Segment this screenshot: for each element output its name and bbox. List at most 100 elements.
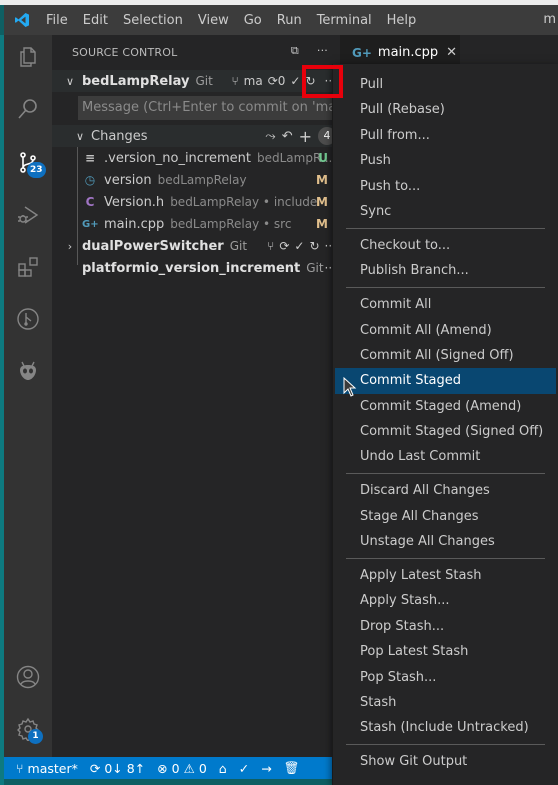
- file-name: Version.h: [104, 194, 165, 210]
- menu-item-apply-latest-stash[interactable]: Apply Latest Stash: [333, 563, 558, 588]
- menu-item-publish-branch[interactable]: Publish Branch...: [333, 258, 558, 283]
- more-actions-icon[interactable]: ···: [317, 44, 328, 58]
- menu-item-commit-staged-signed-off[interactable]: Commit Staged (Signed Off): [333, 419, 558, 444]
- menu-terminal[interactable]: Terminal: [317, 13, 372, 28]
- platformio-alien-icon[interactable]: [16, 359, 40, 383]
- cpp-file-icon: G+: [82, 218, 99, 230]
- chevron-down-icon[interactable]: ∨: [72, 130, 88, 143]
- discard-changes-icon[interactable]: ↶: [282, 129, 293, 144]
- repo-row-dualpowerswitcher[interactable]: › dualPowerSwitcher Git ⑂ ⟳ ✓ ↻ ···: [52, 235, 340, 257]
- open-changes-icon[interactable]: ⤳: [265, 129, 275, 144]
- menu-item-stash[interactable]: Stash: [333, 690, 558, 715]
- activity-bar: 23 1: [4, 35, 52, 757]
- menu-run[interactable]: Run: [277, 13, 302, 28]
- menu-item-push-to[interactable]: Push to...: [333, 174, 558, 199]
- menu-item-stash-include-untracked[interactable]: Stash (Include Untracked): [333, 715, 558, 740]
- repo-kind: Git: [229, 239, 248, 253]
- menu-item-unstage-all-changes[interactable]: Unstage All Changes: [333, 529, 558, 554]
- branch-icon[interactable]: ⑂: [231, 74, 238, 88]
- sync-status[interactable]: ⟳ 0↓ 8↑: [90, 761, 145, 776]
- sync-counts: 0↓ 8↑: [104, 760, 146, 776]
- chevron-right-icon[interactable]: ›: [62, 240, 78, 253]
- repo-row-platformio-version-increment[interactable]: platformio_version_increment Git ···: [52, 257, 340, 279]
- menu-item-commit-all-amend[interactable]: Commit All (Amend): [333, 318, 558, 343]
- repo-row-bedlamprelay[interactable]: ∨ bedLampRelay Git ⑂ ma ⟳ 0 ✓ ↻ ···: [52, 70, 340, 92]
- source-control-icon[interactable]: 23: [16, 151, 46, 178]
- menu-item-show-git-output[interactable]: Show Git Output: [333, 749, 558, 774]
- collapse-all-icon[interactable]: ⧉: [291, 44, 299, 58]
- file-name: .version_no_increment: [104, 150, 251, 166]
- sync-icon[interactable]: ⟳: [268, 74, 278, 88]
- file-status: U: [318, 151, 328, 165]
- menu-item-discard-all-changes[interactable]: Discard All Changes: [333, 478, 558, 503]
- repo-name: bedLampRelay: [82, 73, 190, 89]
- refresh-icon[interactable]: ↻: [309, 239, 319, 253]
- menu-separator: [346, 558, 545, 560]
- commit-check-icon[interactable]: ✓: [290, 74, 300, 88]
- chevron-down-icon[interactable]: ∨: [62, 75, 78, 88]
- repo-name: platformio_version_increment: [82, 260, 301, 276]
- stage-all-icon[interactable]: +: [299, 127, 312, 146]
- build-check-icon[interactable]: ✓: [239, 761, 249, 776]
- menu-selection[interactable]: Selection: [123, 13, 183, 28]
- menu-item-undo-last-commit[interactable]: Undo Last Commit: [333, 444, 558, 469]
- file-status: M: [316, 173, 328, 187]
- menu-item-commit-all[interactable]: Commit All: [333, 292, 558, 317]
- branch-name: master*: [27, 760, 78, 776]
- menu-separator: [346, 473, 545, 475]
- search-icon[interactable]: [16, 97, 40, 121]
- git-graph-icon[interactable]: [16, 307, 40, 331]
- status-bar: ⑂ master* ⟳ 0↓ 8↑ ⊗ 0 ⚠ 0 ⌂ ✓ → 🗑: [4, 757, 333, 779]
- menu-item-sync[interactable]: Sync: [333, 199, 558, 224]
- change-file-row[interactable]: G+ main.cpp bedLampRelay • src M: [52, 213, 340, 235]
- menu-go[interactable]: Go: [244, 13, 262, 28]
- menu-help[interactable]: Help: [387, 13, 417, 28]
- menu-item-checkout-to[interactable]: Checkout to...: [333, 233, 558, 258]
- menu-item-pop-stash[interactable]: Pop Stash...: [333, 665, 558, 690]
- menu-item-commit-staged-amend[interactable]: Commit Staged (Amend): [333, 394, 558, 419]
- sync-icon[interactable]: ⟳: [279, 239, 289, 253]
- commit-check-icon[interactable]: ✓: [294, 239, 304, 253]
- menu-item-stage-all-changes[interactable]: Stage All Changes: [333, 504, 558, 529]
- branch-icon[interactable]: ⑂: [267, 239, 274, 253]
- menu-item-commit-all-signed-off[interactable]: Commit All (Signed Off): [333, 343, 558, 368]
- menu-item-pop-latest-stash[interactable]: Pop Latest Stash: [333, 639, 558, 664]
- menu-file[interactable]: File: [46, 13, 68, 28]
- highlight-annotation-box: [302, 65, 343, 98]
- trash-icon[interactable]: 🗑: [284, 760, 300, 776]
- menu-item-pull[interactable]: Pull: [333, 72, 558, 97]
- branch-label[interactable]: ma: [244, 74, 263, 88]
- source-control-panel: SOURCE CONTROL ⧉ ··· ∨ bedLampRelay Git …: [52, 35, 340, 757]
- files-icon[interactable]: [16, 45, 40, 69]
- branch-icon: ⑂: [16, 760, 24, 776]
- gear-icon[interactable]: 1: [16, 717, 43, 744]
- menu-item-pull-from[interactable]: Pull from...: [333, 123, 558, 148]
- change-file-row[interactable]: ◷ version bedLampRelay M: [52, 169, 340, 191]
- commit-message-input[interactable]: Message (Ctrl+Enter to commit on 'ma...: [78, 96, 336, 120]
- change-file-row[interactable]: ≡ .version_no_increment bedLampR... U: [52, 147, 340, 169]
- menu-item-pull-rebase[interactable]: Pull (Rebase): [333, 97, 558, 122]
- menu-item-apply-stash[interactable]: Apply Stash...: [333, 588, 558, 613]
- clock-file-icon: ◷: [84, 173, 96, 187]
- menu-view[interactable]: View: [198, 13, 229, 28]
- branch-status[interactable]: ⑂ master*: [16, 761, 78, 776]
- file-desc: bedLampRelay • include: [170, 195, 318, 209]
- error-count: 0: [171, 760, 180, 776]
- changes-label: Changes: [91, 128, 148, 144]
- home-icon[interactable]: ⌂: [219, 761, 227, 776]
- upload-arrow-icon[interactable]: →: [261, 761, 271, 776]
- menu-edit[interactable]: Edit: [83, 13, 108, 28]
- sync-count: 0: [277, 74, 286, 88]
- extensions-icon[interactable]: [16, 255, 40, 279]
- change-file-row[interactable]: C Version.h bedLampRelay • include M: [52, 191, 340, 213]
- manage-badge: 1: [28, 729, 43, 744]
- problems-status[interactable]: ⊗ 0 ⚠ 0: [157, 761, 207, 776]
- debug-icon[interactable]: [16, 203, 40, 227]
- close-icon[interactable]: ✕: [446, 45, 457, 60]
- text-file-icon: ≡: [84, 151, 96, 165]
- menu-item-commit-staged[interactable]: Commit Staged: [335, 368, 556, 394]
- account-icon[interactable]: [16, 665, 40, 689]
- menu-item-drop-stash[interactable]: Drop Stash...: [333, 614, 558, 639]
- menu-item-push[interactable]: Push: [333, 148, 558, 173]
- changes-group-header[interactable]: ∨ Changes ⤳ ↶ + 4: [52, 125, 340, 147]
